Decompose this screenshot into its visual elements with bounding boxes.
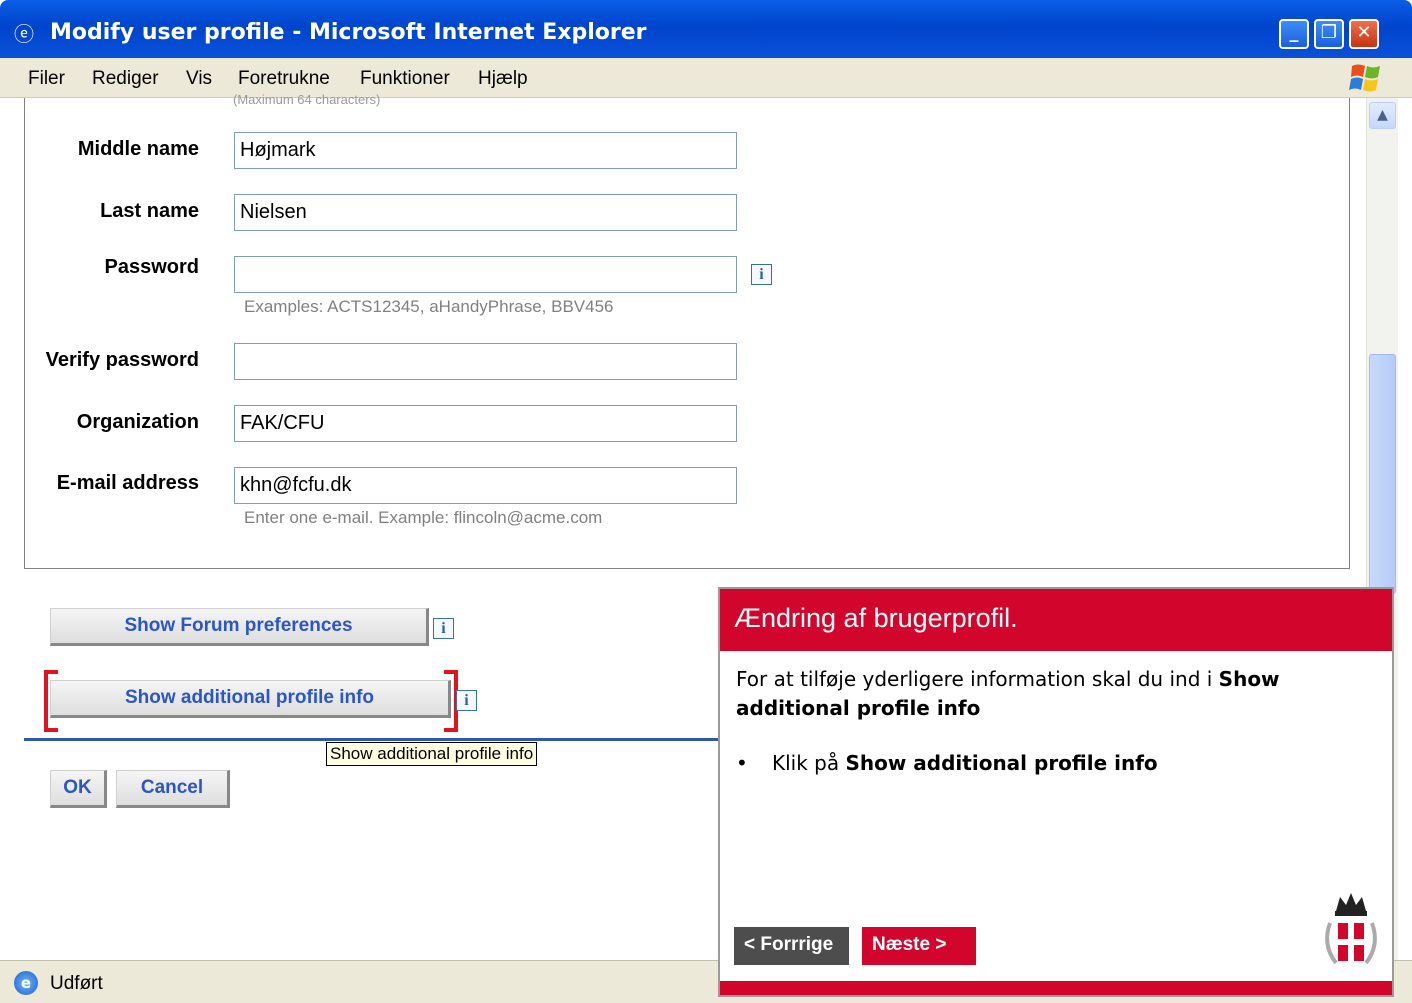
verify-password-label: Verify password (45, 349, 199, 371)
email-hint: Enter one e-mail. Example: flincoln@acme… (244, 508, 603, 527)
middle-name-label: Middle name (77, 138, 199, 160)
divider (24, 738, 720, 741)
guide-next-button[interactable]: Næste > (862, 927, 976, 965)
email-field[interactable] (234, 467, 737, 504)
guide-panel: Ændring af brugerprofil. For at tilføje … (718, 587, 1394, 997)
menu-bar: Filer Rediger Vis Foretrukne Funktioner … (0, 58, 1412, 98)
status-text: Udført (50, 973, 103, 994)
password-info-icon[interactable]: i (751, 264, 772, 285)
guide-title: Ændring af brugerprofil. (734, 603, 1018, 633)
password-hint: Examples: ACTS12345, aHandyPhrase, BBV45… (244, 297, 614, 316)
menu-funktioner[interactable]: Funktioner (360, 68, 450, 90)
menu-rediger[interactable]: Rediger (92, 68, 159, 90)
menu-hjaelp[interactable]: Hjælp (478, 68, 528, 90)
scroll-thumb[interactable] (1369, 354, 1396, 594)
menu-filer[interactable]: Filer (28, 68, 65, 90)
crown-crest-icon (1325, 893, 1377, 965)
password-label: Password (104, 256, 199, 278)
title-bar: ⓔ Modify user profile - Microsoft Intern… (0, 0, 1412, 58)
last-name-field[interactable] (234, 194, 737, 231)
guide-instructions: For at tilføje yderligere information sk… (736, 665, 1376, 723)
clipped-hint: (Maximum 64 characters) (233, 92, 381, 107)
guide-instructions-text: For at tilføje yderligere information sk… (736, 667, 1219, 691)
menu-vis[interactable]: Vis (186, 68, 212, 90)
guide-header: Ændring af brugerprofil. (720, 589, 1392, 651)
additional-info-info-icon[interactable]: i (456, 690, 477, 711)
password-field[interactable] (234, 256, 737, 293)
organization-label: Organization (76, 411, 199, 433)
restore-button[interactable]: ❐ (1314, 19, 1344, 49)
close-button[interactable]: ✕ (1349, 19, 1379, 49)
guide-previous-button[interactable]: < Forrrige (734, 927, 849, 965)
page-done-icon: e (14, 971, 38, 995)
cancel-button[interactable]: Cancel (116, 770, 230, 808)
middle-name-field[interactable] (234, 132, 737, 169)
windows-logo-icon (1349, 64, 1380, 92)
guide-step-text: Klik på (772, 751, 846, 775)
minimize-button[interactable]: _ (1279, 19, 1309, 49)
ok-button[interactable]: OK (50, 770, 107, 808)
guide-footer (720, 981, 1392, 995)
ie-icon: ⓔ (14, 22, 34, 46)
verify-password-field[interactable] (234, 343, 737, 380)
menu-foretrukne[interactable]: Foretrukne (238, 68, 330, 90)
scroll-up-arrow-icon[interactable]: ▲ (1369, 102, 1396, 129)
forum-preferences-info-icon[interactable]: i (433, 618, 454, 639)
guide-step: • Klik på Show additional profile info (736, 751, 1158, 775)
organization-field[interactable] (234, 405, 737, 442)
tooltip: Show additional profile info (326, 742, 538, 766)
bullet-icon: • (736, 751, 748, 775)
window-title: Modify user profile - Microsoft Internet… (50, 20, 647, 45)
profile-form: (Maximum 64 characters) Middle name Last… (24, 92, 1350, 569)
show-forum-preferences-button[interactable]: Show Forum preferences (50, 608, 429, 646)
email-label: E-mail address (56, 472, 199, 494)
guide-step-emphasis: Show additional profile info (845, 751, 1158, 775)
show-additional-profile-info-button[interactable]: Show additional profile info (50, 680, 451, 718)
last-name-label: Last name (100, 200, 199, 222)
